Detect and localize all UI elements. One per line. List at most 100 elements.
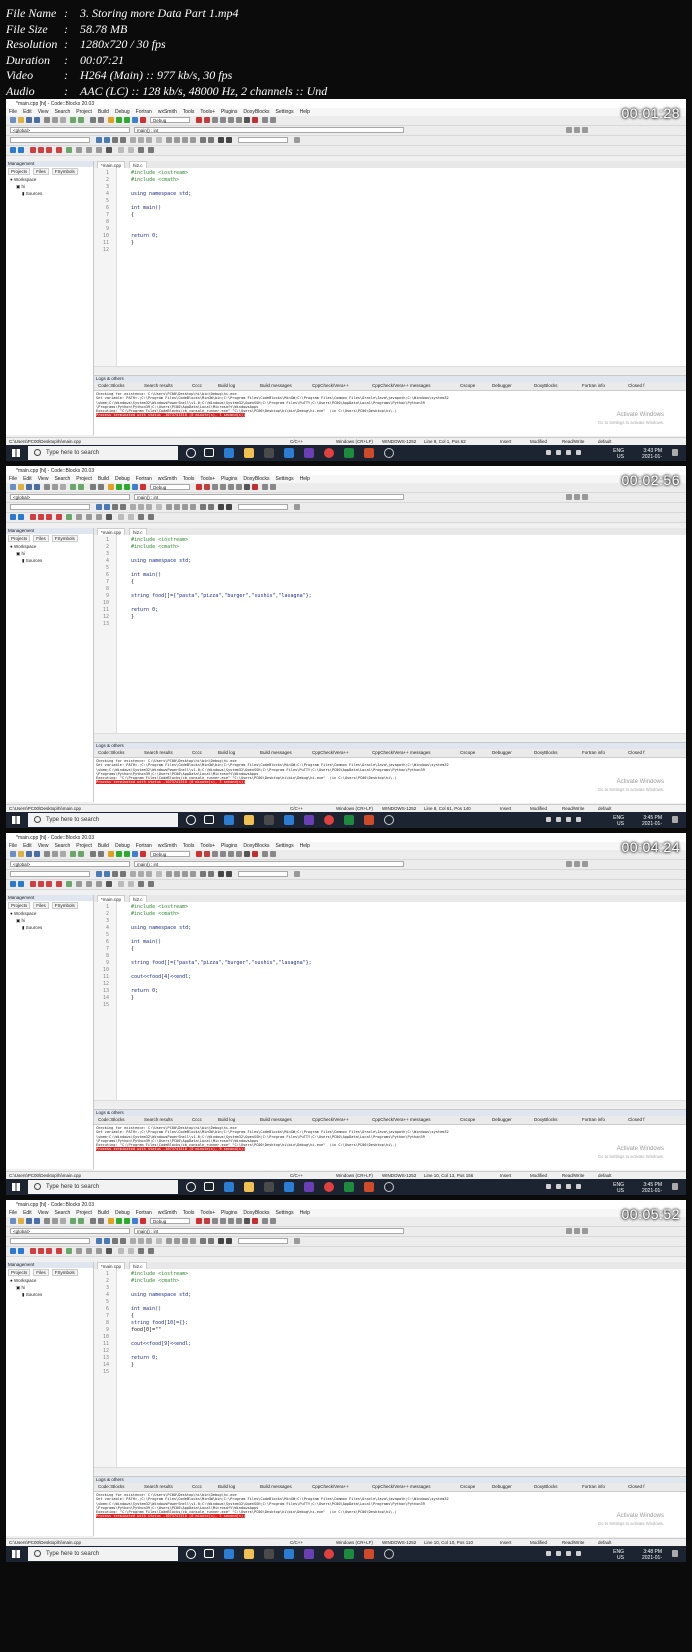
log-tab[interactable]: Build messages bbox=[260, 1117, 292, 1122]
macro-icon[interactable] bbox=[96, 514, 102, 520]
code-line[interactable]: 13 bbox=[103, 621, 676, 628]
fold-icon[interactable] bbox=[66, 147, 72, 153]
clear-bookmarks-icon[interactable] bbox=[56, 514, 62, 520]
doxy-combo[interactable] bbox=[238, 504, 288, 510]
menu-item[interactable]: DoxyBlocks bbox=[243, 109, 269, 115]
log-tab[interactable]: Cccc bbox=[192, 750, 202, 755]
find-icon[interactable] bbox=[90, 484, 96, 490]
uncomment-icon[interactable] bbox=[138, 1238, 144, 1244]
wrap-icon[interactable] bbox=[138, 1248, 144, 1254]
new-file-icon[interactable] bbox=[10, 1218, 16, 1224]
save-icon[interactable] bbox=[26, 117, 32, 123]
format-icon[interactable] bbox=[118, 514, 124, 520]
menu-item[interactable]: Tools bbox=[183, 843, 195, 849]
code-line[interactable]: 9 food[0]="" bbox=[106, 1327, 676, 1334]
box-comment-icon[interactable] bbox=[156, 137, 162, 143]
menu-item[interactable]: Plugins bbox=[221, 1210, 237, 1216]
code-line[interactable]: 1 #include <iostream> bbox=[106, 904, 676, 911]
code-line[interactable]: 12} bbox=[103, 614, 676, 621]
symbol-select[interactable]: main() : int bbox=[134, 127, 404, 133]
network-icon[interactable] bbox=[556, 817, 561, 822]
battery-icon[interactable] bbox=[576, 1551, 581, 1556]
menu-item[interactable]: Edit bbox=[23, 1210, 32, 1216]
code-line[interactable]: 1 #include <iostream> bbox=[106, 170, 676, 177]
horizontal-scrollbar[interactable] bbox=[94, 1100, 686, 1107]
code-line[interactable]: 13 return 0; bbox=[103, 988, 676, 995]
debug-windows-icon[interactable] bbox=[262, 117, 268, 123]
edge-icon[interactable] bbox=[224, 1182, 234, 1192]
menu-item[interactable]: Build bbox=[98, 109, 109, 115]
next-line-icon[interactable] bbox=[212, 117, 218, 123]
stop-debugger-icon[interactable] bbox=[252, 117, 258, 123]
menu-item[interactable]: View bbox=[38, 109, 49, 115]
step-out-icon[interactable] bbox=[228, 117, 234, 123]
code-area[interactable]: 1 #include <iostream> 2 #include <cmath> 3 4 u… bbox=[103, 1269, 676, 1467]
menu-item[interactable]: Settings bbox=[276, 1210, 294, 1216]
comment-icon[interactable] bbox=[130, 1238, 136, 1244]
excel-icon[interactable] bbox=[344, 815, 354, 825]
macro-icon[interactable] bbox=[96, 881, 102, 887]
jump-back-icon[interactable] bbox=[566, 861, 572, 867]
menu-item[interactable]: Fortran bbox=[136, 843, 152, 849]
cortana-icon[interactable] bbox=[186, 448, 196, 458]
people-icon[interactable] bbox=[546, 1184, 551, 1189]
menu-item[interactable]: File bbox=[9, 476, 17, 482]
code-line[interactable]: 2 #include <cmath> bbox=[106, 177, 676, 184]
next-instruction-icon[interactable] bbox=[236, 1218, 242, 1224]
toggle-comment-icon[interactable] bbox=[146, 871, 152, 877]
next-breakpoint-icon[interactable] bbox=[18, 514, 24, 520]
search-prev-icon[interactable] bbox=[96, 504, 102, 510]
toggle-breakpoint-icon[interactable] bbox=[10, 147, 16, 153]
redo-icon[interactable] bbox=[78, 1218, 84, 1224]
step-into-icon[interactable] bbox=[220, 484, 226, 490]
search-combo[interactable] bbox=[10, 871, 90, 877]
zoom-in-icon[interactable] bbox=[200, 871, 206, 877]
next-bookmark-icon[interactable] bbox=[46, 147, 52, 153]
menu-item[interactable]: DoxyBlocks bbox=[243, 476, 269, 482]
options-icon[interactable] bbox=[148, 147, 154, 153]
symbol-select[interactable]: main() : int bbox=[134, 861, 404, 867]
save-all-icon[interactable] bbox=[34, 1218, 40, 1224]
tab-projects[interactable]: Projects bbox=[8, 168, 31, 175]
menu-item[interactable]: View bbox=[38, 476, 49, 482]
unindent-icon[interactable] bbox=[86, 147, 92, 153]
menu-item[interactable]: Tools+ bbox=[200, 1210, 215, 1216]
code-line[interactable]: 6 int main() bbox=[106, 205, 676, 212]
wrap-icon[interactable] bbox=[138, 514, 144, 520]
doxy-s-icon[interactable] bbox=[218, 1238, 224, 1244]
menu-item[interactable]: Project bbox=[76, 476, 92, 482]
volume-icon[interactable] bbox=[566, 1551, 571, 1556]
tab-projects[interactable]: Projects bbox=[8, 1269, 31, 1276]
settings-gear-icon[interactable] bbox=[384, 815, 394, 825]
windows-start-icon[interactable] bbox=[12, 1550, 20, 1558]
zoom-in-icon[interactable] bbox=[200, 1238, 206, 1244]
doxy-s-icon[interactable] bbox=[218, 504, 224, 510]
jump-back-icon[interactable] bbox=[566, 127, 572, 133]
mail-icon[interactable] bbox=[284, 1549, 294, 1559]
menu-item[interactable]: Fortran bbox=[136, 109, 152, 115]
match-case-icon[interactable] bbox=[112, 871, 118, 877]
menu-item[interactable]: Settings bbox=[276, 109, 294, 115]
menu-item[interactable]: Tools+ bbox=[200, 843, 215, 849]
fold-icon[interactable] bbox=[66, 514, 72, 520]
edge-icon[interactable] bbox=[224, 815, 234, 825]
menu-item[interactable]: Tools bbox=[183, 109, 195, 115]
find-icon[interactable] bbox=[90, 1218, 96, 1224]
log-tab[interactable]: DoxyBlocks bbox=[534, 1117, 558, 1122]
menu-item[interactable]: Search bbox=[54, 109, 70, 115]
windows-start-icon[interactable] bbox=[12, 1183, 20, 1191]
log-tab[interactable]: Build log bbox=[218, 383, 235, 388]
code-line[interactable]: 6 int main() bbox=[106, 939, 676, 946]
html-icon[interactable] bbox=[166, 871, 172, 877]
paste-icon[interactable] bbox=[60, 1218, 66, 1224]
menu-item[interactable]: Project bbox=[76, 1210, 92, 1216]
menu-item[interactable]: Project bbox=[76, 109, 92, 115]
bookmark-icon[interactable] bbox=[30, 147, 36, 153]
log-tab[interactable]: CppCheck/Vera++ messages bbox=[372, 750, 431, 755]
run-to-cursor-icon[interactable] bbox=[204, 484, 210, 490]
paste-icon[interactable] bbox=[60, 851, 66, 857]
log-tab[interactable]: Cccc bbox=[192, 383, 202, 388]
next-breakpoint-icon[interactable] bbox=[18, 1248, 24, 1254]
copy-icon[interactable] bbox=[52, 1218, 58, 1224]
taskbar-search-box[interactable]: Type here to search bbox=[28, 446, 178, 460]
